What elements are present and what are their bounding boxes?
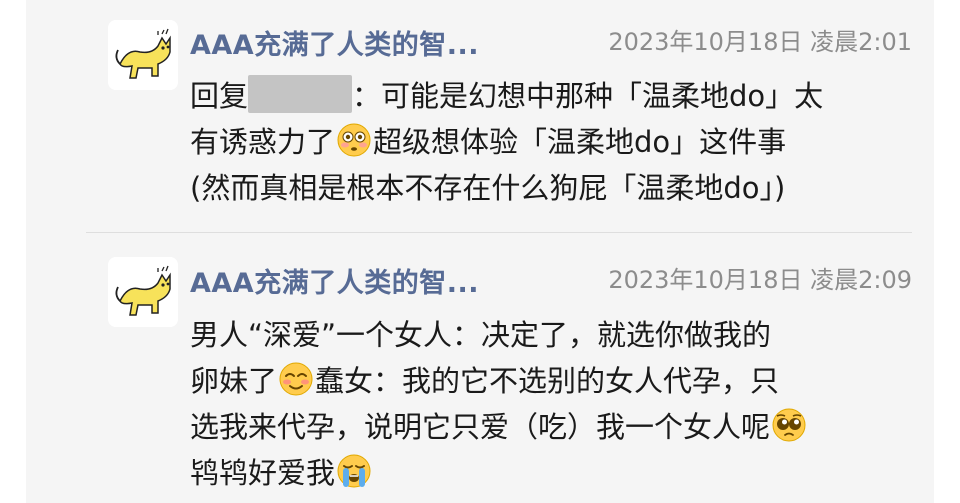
comment-line: 选我来代孕，说明它只爱（吃）我一个女人呢 [190,404,920,450]
username[interactable]: AAA充满了人类的智... [190,23,479,62]
screenshot-page: AAA充满了人类的智... 2023年10月18日 凌晨2:01 回复 ：可能是幻… [0,0,960,503]
username[interactable]: AAA充满了人类的智... [190,261,479,300]
comment-text-segment: 卵妹了 [190,364,278,398]
comment-line: 卵妹了 蠢女：我的它不选别的女人代孕，只 [190,358,920,404]
reply-prefix: 回复 [190,79,249,113]
yellow-cat-avatar[interactable] [108,257,178,327]
crying-face-emoji [336,453,372,489]
timestamp: 2023年10月18日 凌晨2:09 [608,266,912,294]
redacted-username [248,75,353,113]
smiling-blush-emoji [278,361,314,397]
yellow-cat-avatar[interactable] [108,20,178,90]
comment-text: 男人“深爱”一个女人：决定了，就选你做我的 卵妹了 蠢女：我的它不选别的女人代孕… [190,312,920,496]
comment-text: 回复 ：可能是幻想中那种「温柔地do」太 有诱惑力了 超级想体验「温柔地do」这… [190,73,920,211]
comment-text-segment: 选我来代孕，说明它只爱（吃）我一个女人呢 [190,410,771,444]
comments-card: AAA充满了人类的智... 2023年10月18日 凌晨2:01 回复 ：可能是幻… [26,0,934,503]
comment-line: 回复 ：可能是幻想中那种「温柔地do」太 [190,73,920,119]
pleading-face-emoji [771,407,807,443]
timestamp: 2023年10月18日 凌晨2:01 [608,28,912,56]
comment-text-segment: 有诱惑力了 [190,125,336,159]
comment-line: 有诱惑力了 超级想体验「温柔地do」这件事 [190,119,920,165]
comment-line: 鸨鸨好爱我 [190,450,920,496]
comment-line: 男人“深爱”一个女人：决定了，就选你做我的 [190,318,772,352]
comment-item[interactable]: AAA充满了人类的智... 2023年10月18日 凌晨2:09 男人“深爱”一… [26,233,934,503]
comment-line: (然而真相是根本不存在什么狗屁「温柔地do」) [190,171,786,205]
comment-text-segment: 超级想体验「温柔地do」这件事 [373,125,787,159]
flushed-face-emoji [336,122,372,158]
comment-text-segment: ：可能是幻想中那种「温柔地do」太 [352,79,824,113]
comment-item[interactable]: AAA充满了人类的智... 2023年10月18日 凌晨2:01 回复 ：可能是幻… [26,0,934,232]
comment-text-segment: 蠢女：我的它不选别的女人代孕，只 [315,364,780,398]
comment-text-segment: 鸨鸨好爱我 [190,456,336,490]
